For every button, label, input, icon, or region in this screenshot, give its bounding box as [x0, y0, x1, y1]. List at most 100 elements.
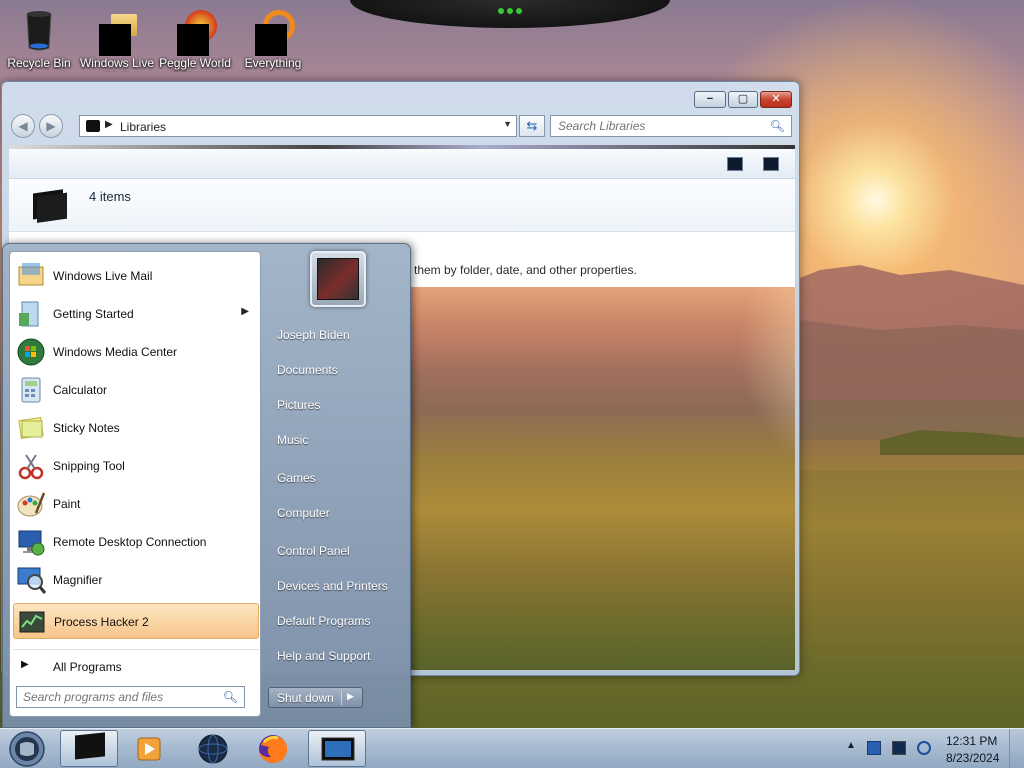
globe-icon [198, 734, 228, 764]
show-hidden-icons-chevron-icon[interactable]: ▲ [846, 740, 860, 754]
program-windows-media-center[interactable]: Windows Media Center [13, 334, 259, 370]
program-label: Windows Live Mail [53, 269, 153, 283]
volume-icon[interactable] [917, 741, 931, 755]
taskbar-firefox[interactable] [244, 730, 302, 767]
details-pane: 4 items [9, 180, 795, 232]
taskbar-monitor[interactable] [308, 730, 366, 767]
libraries-icon [86, 120, 100, 132]
action-center-flag-icon[interactable] [867, 741, 881, 755]
arrow-right-icon: ▶ [21, 659, 29, 670]
program-label: Process Hacker 2 [54, 615, 149, 629]
programs-panel: Windows Live Mail Getting Started ▶ Wind… [9, 251, 261, 717]
avatar [317, 258, 359, 300]
desktop-icon-everything[interactable]: Everything [234, 4, 312, 72]
refresh-icon: ⇆ [526, 118, 538, 133]
mail-icon [16, 261, 46, 291]
peggle-icon [175, 8, 217, 56]
search-libraries[interactable]: 🔍︎ [550, 115, 792, 137]
program-magnifier[interactable]: Magnifier [13, 562, 259, 598]
desktop-icon-recycle-bin[interactable]: Recycle Bin [0, 4, 78, 72]
help-icon[interactable] [763, 157, 779, 171]
start-item-user[interactable]: Joseph Biden [270, 321, 408, 349]
chevron-right-icon[interactable]: ▶ [241, 306, 249, 317]
program-label: Getting Started [53, 307, 134, 321]
library-description: them by folder, date, and other properti… [414, 263, 637, 277]
refresh-button[interactable]: ⇆ [519, 115, 545, 137]
maximize-button[interactable]: ▢ [728, 91, 758, 108]
start-item-help-support[interactable]: Help and Support [270, 642, 408, 670]
clock-time[interactable]: 12:31 PM [946, 734, 997, 748]
media-player-icon [137, 737, 161, 761]
search-input[interactable] [551, 116, 766, 136]
chevron-down-icon[interactable]: ▼ [503, 119, 512, 129]
all-programs-button[interactable]: ▶ All Programs [13, 654, 259, 680]
mail-icon [97, 8, 137, 56]
clock-date[interactable]: 8/23/2024 [946, 751, 999, 765]
start-item-documents[interactable]: Documents [270, 356, 408, 384]
user-picture[interactable] [310, 251, 366, 307]
shutdown-button[interactable]: Shut down ▶ [268, 687, 363, 708]
address-bar[interactable]: ▶ Libraries ▼ [79, 115, 517, 137]
close-button[interactable]: ✕ [760, 91, 792, 108]
start-search-box[interactable]: 🔍︎ [16, 686, 245, 708]
start-item-pictures[interactable]: Pictures [270, 391, 408, 419]
start-item-music[interactable]: Music [270, 426, 408, 454]
search-icon[interactable]: 🔍︎ [223, 690, 238, 704]
command-bar [9, 149, 795, 179]
media-center-icon [16, 337, 46, 367]
minimize-button[interactable]: − [694, 91, 726, 108]
everything-icon [253, 8, 295, 56]
transparent-area [409, 287, 795, 670]
gadget-indicator [516, 8, 522, 14]
show-desktop-button[interactable] [1009, 729, 1024, 768]
forward-arrow-icon: ▶ [46, 119, 56, 133]
start-menu[interactable]: Windows Live Mail Getting Started ▶ Wind… [2, 243, 411, 728]
program-process-hacker[interactable]: Process Hacker 2 [13, 603, 259, 639]
desktop-icon-peggle[interactable]: Peggle World of Warcraft [156, 4, 234, 72]
desktop-icon-windows-live-mail[interactable]: Windows Live Mail [78, 4, 156, 72]
divider [13, 649, 259, 650]
search-icon[interactable]: 🔍︎ [770, 119, 785, 133]
recycle-bin-icon [19, 8, 59, 52]
divider [341, 690, 342, 705]
breadcrumb-arrow-icon[interactable]: ▶ [105, 119, 113, 130]
back-button[interactable]: ◀ [11, 114, 35, 138]
monitor-icon [321, 737, 355, 761]
start-item-control-panel[interactable]: Control Panel [270, 537, 408, 565]
taskbar-libraries[interactable] [60, 730, 118, 767]
program-paint[interactable]: Paint [13, 486, 259, 522]
desktop-icon-label: Windows Live Mail [79, 56, 155, 72]
start-item-devices-printers[interactable]: Devices and Printers [270, 572, 408, 600]
gadget-indicator [498, 8, 504, 14]
program-label: Snipping Tool [53, 459, 125, 473]
breadcrumb-libraries[interactable]: Libraries [120, 120, 166, 134]
desktop-icon-label: Recycle Bin [7, 56, 71, 70]
taskbar-globe[interactable] [184, 730, 242, 767]
program-remote-desktop[interactable]: Remote Desktop Connection [13, 524, 259, 560]
items-count: 4 items [89, 189, 131, 204]
start-item-computer[interactable]: Computer [270, 499, 408, 527]
program-label: Calculator [53, 383, 108, 397]
start-item-default-programs[interactable]: Default Programs [270, 607, 408, 635]
gadget-indicator [507, 8, 513, 14]
view-options-icon[interactable] [727, 157, 743, 171]
shutdown-options-arrow-icon[interactable]: ▶ [347, 691, 354, 702]
program-snipping-tool[interactable]: Snipping Tool [13, 448, 259, 484]
forward-button[interactable]: ▶ [39, 114, 63, 138]
program-label: Windows Media Center [53, 345, 178, 359]
taskbar-media-player[interactable] [120, 730, 178, 767]
taskbar: ▲ 12:31 PM 8/23/2024 [0, 728, 1024, 768]
network-monitor-icon[interactable] [892, 741, 906, 755]
program-getting-started[interactable]: Getting Started ▶ [13, 296, 259, 332]
start-item-games[interactable]: Games [270, 464, 408, 492]
desktop-icon-label: Peggle World of Warcraft [159, 56, 231, 72]
search-programs-input[interactable] [17, 687, 217, 707]
program-calculator[interactable]: Calculator [13, 372, 259, 408]
program-windows-live-mail[interactable]: Windows Live Mail [13, 258, 259, 294]
getting-started-icon [16, 299, 46, 329]
shutdown-label: Shut down [277, 691, 334, 705]
program-sticky-notes[interactable]: Sticky Notes [13, 410, 259, 446]
all-programs-label: All Programs [53, 660, 122, 674]
desktop-icon-label: Everything [244, 56, 302, 70]
start-button[interactable] [4, 730, 50, 768]
